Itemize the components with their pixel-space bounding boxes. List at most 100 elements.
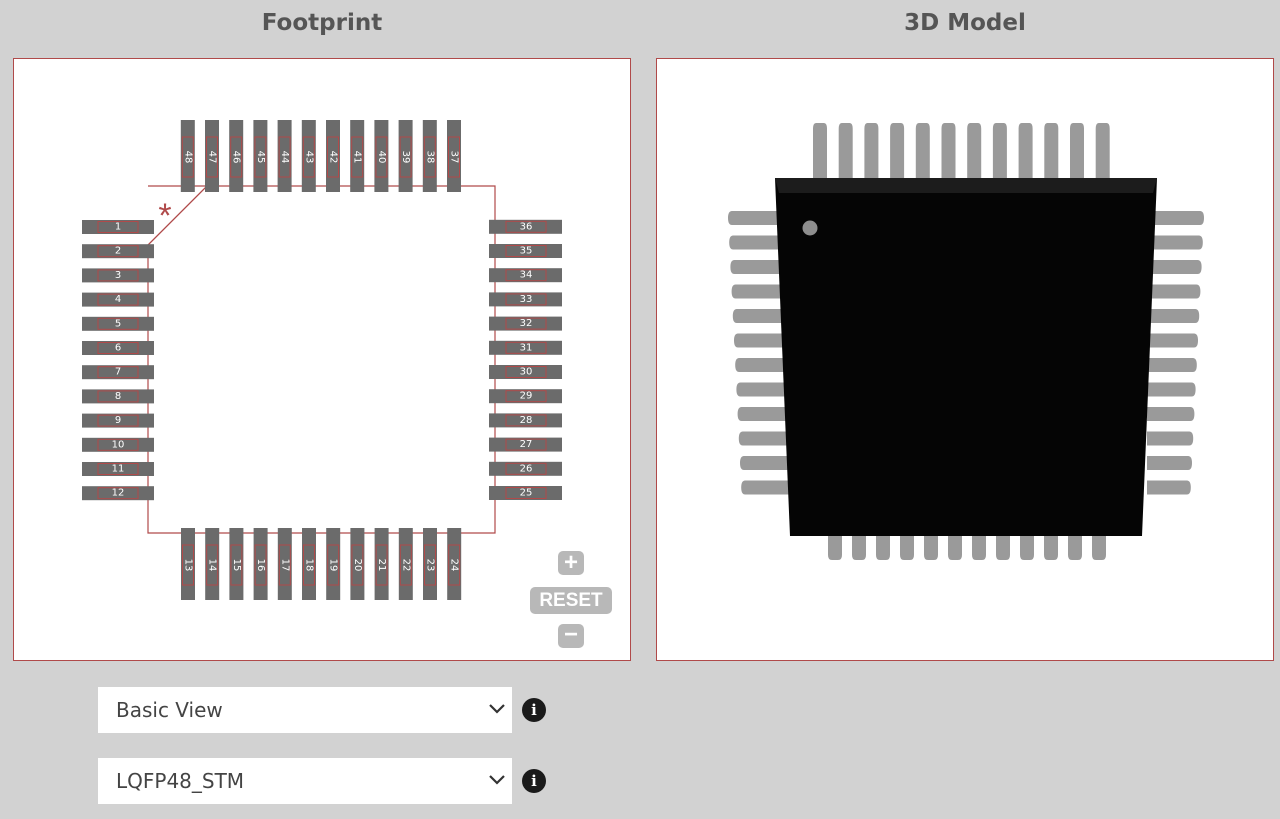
pin-label: 22 xyxy=(400,559,411,572)
pin-label: 24 xyxy=(449,559,460,572)
info-icon[interactable]: i xyxy=(522,769,546,793)
3d-model-drawing xyxy=(728,123,1204,560)
lead-top xyxy=(1095,123,1110,179)
pin-label: 9 xyxy=(115,415,121,426)
lead-top xyxy=(890,123,905,179)
lead-right xyxy=(1147,284,1201,299)
pin-label: 34 xyxy=(520,270,533,281)
info-icon[interactable]: i xyxy=(522,698,546,722)
lead-right xyxy=(1147,211,1204,225)
pin-label: 42 xyxy=(328,151,339,164)
lead-right xyxy=(1147,358,1197,372)
pin-label: 15 xyxy=(231,559,242,572)
pin-label: 28 xyxy=(520,415,533,426)
lead-left xyxy=(740,456,789,470)
pin-label: 12 xyxy=(112,488,125,499)
lead-left xyxy=(728,211,777,225)
pin-label: 10 xyxy=(112,439,125,450)
footprint-drawing: *123456789101112 252627282930313233343536… xyxy=(82,120,562,600)
pin1-marker: * xyxy=(158,197,171,235)
lead-left xyxy=(741,480,791,495)
chip-top-edge xyxy=(775,178,1157,193)
pin-label: 37 xyxy=(449,151,460,164)
pin-label: 14 xyxy=(207,559,218,572)
lead-left xyxy=(737,407,787,421)
chevron-down-icon xyxy=(489,704,505,714)
lead-right xyxy=(1147,333,1198,348)
lead-right xyxy=(1147,382,1196,397)
pin-label: 45 xyxy=(255,151,266,164)
pin-label: 25 xyxy=(520,488,533,499)
lead-left xyxy=(738,431,788,446)
pin-label: 31 xyxy=(520,342,533,353)
lead-top xyxy=(864,123,879,179)
pin-label: 35 xyxy=(520,246,533,257)
lead-top xyxy=(992,123,1007,179)
body-outline xyxy=(147,185,496,534)
pin-label: 40 xyxy=(376,151,387,164)
pin-label: 18 xyxy=(304,559,315,572)
lead-right xyxy=(1147,407,1195,421)
package-select[interactable]: LQFP48_STM xyxy=(98,758,512,804)
pin-label: 46 xyxy=(231,151,242,164)
footprint-panel[interactable]: * 1 2 3 4 5 6 7 8 9 10 11 12 25 26 27 28 29 30 31 32 33 34 35 36… xyxy=(13,58,631,661)
pin1-chamfer xyxy=(147,185,208,246)
chip-body xyxy=(775,178,1157,536)
lead-right xyxy=(1147,431,1194,446)
pin-label: 39 xyxy=(400,151,411,164)
lead-top xyxy=(941,123,956,179)
pin-label: 36 xyxy=(520,221,533,232)
lead-top xyxy=(1070,123,1084,179)
pin-label: 38 xyxy=(424,151,435,164)
pin-label: 26 xyxy=(520,463,533,474)
lead-left xyxy=(734,333,783,348)
lead-top xyxy=(915,123,930,179)
pin-label: 11 xyxy=(112,464,125,475)
pin-label: 20 xyxy=(352,559,363,572)
pin-label: 29 xyxy=(520,391,533,402)
lead-left xyxy=(729,235,779,250)
pin-label: 44 xyxy=(279,151,290,164)
reset-button[interactable]: RESET xyxy=(530,587,612,614)
zoom-out-button[interactable]: − xyxy=(558,623,584,648)
pin-label: 33 xyxy=(520,294,533,305)
view-select-value: Basic View xyxy=(116,698,223,722)
lead-left xyxy=(732,309,782,323)
pin-label: 17 xyxy=(279,559,290,572)
3d-model-heading: 3D Model xyxy=(904,10,1026,36)
pin-label: 23 xyxy=(425,559,436,572)
lead-top xyxy=(813,123,827,179)
lead-left xyxy=(730,260,780,274)
lead-right xyxy=(1147,480,1191,495)
lead-top xyxy=(1044,123,1059,179)
3d-model-panel[interactable] xyxy=(656,58,1274,661)
pin-label: 8 xyxy=(115,391,121,402)
pin-label: 7 xyxy=(115,367,121,378)
pin-label: 4 xyxy=(115,294,121,305)
lead-left xyxy=(736,382,786,397)
pin-label: 3 xyxy=(115,270,121,281)
lead-right xyxy=(1147,235,1203,250)
lead-right xyxy=(1147,309,1200,323)
pin-label: 43 xyxy=(303,151,314,164)
lead-left xyxy=(731,284,781,299)
pin-label: 2 xyxy=(115,246,121,257)
lead-right xyxy=(1147,260,1202,274)
lead-left xyxy=(735,358,785,372)
pin-label: 1 xyxy=(115,222,121,233)
lead-right xyxy=(1147,456,1192,470)
pin-label: 27 xyxy=(520,439,533,450)
pin-label: 48 xyxy=(182,151,193,164)
pin-label: 16 xyxy=(255,559,266,572)
lead-top xyxy=(1018,123,1033,179)
pin-label: 6 xyxy=(115,343,121,354)
pin-label: 41 xyxy=(352,151,363,164)
view-select[interactable]: Basic View xyxy=(98,687,512,733)
pin-label: 21 xyxy=(376,559,387,572)
pin-label: 19 xyxy=(328,559,339,572)
zoom-in-button[interactable]: + xyxy=(558,551,584,575)
pin1-dot xyxy=(802,220,818,236)
pin-label: 13 xyxy=(183,559,194,572)
chevron-down-icon xyxy=(489,775,505,785)
lead-top xyxy=(967,123,982,179)
